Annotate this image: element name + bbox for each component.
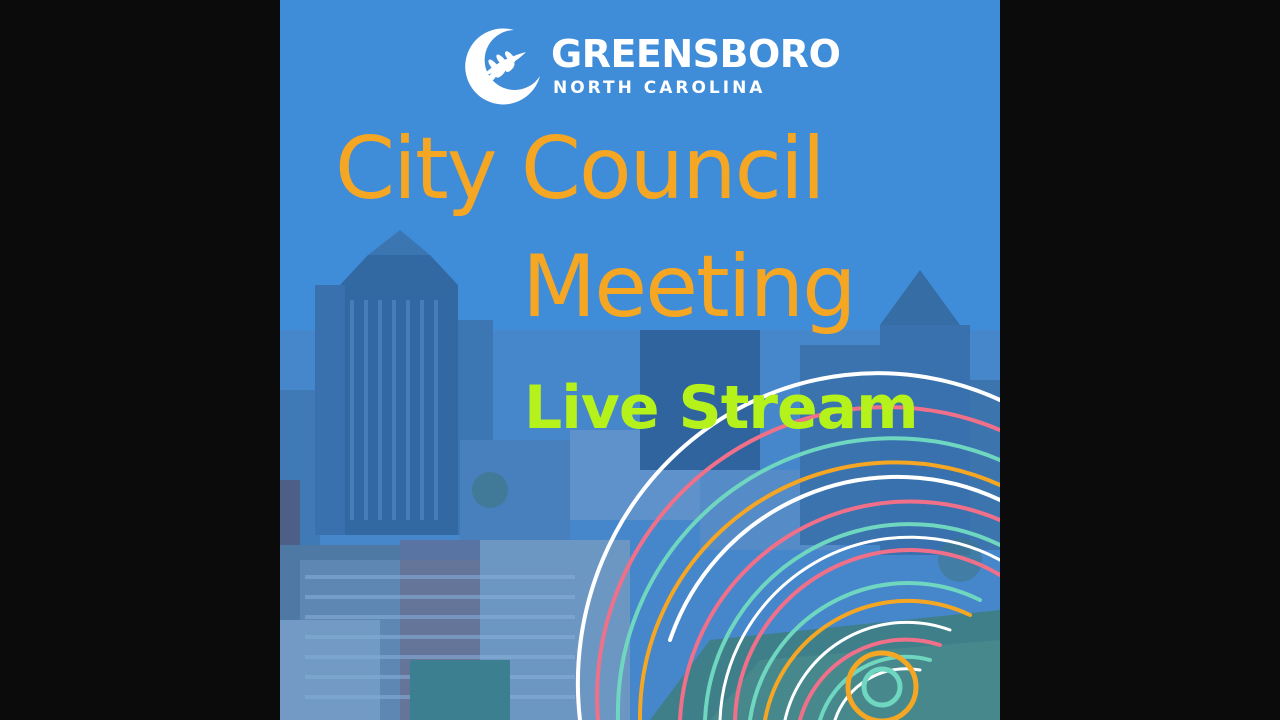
logo-subtitle: NORTH CAROLINA: [553, 78, 766, 98]
live-stream-label: Live Stream: [524, 373, 919, 443]
title-line-1: City Council: [335, 119, 826, 219]
video-frame: GREENSBORO NORTH CAROLINA City Council M…: [0, 0, 1280, 720]
greensboro-logo: GREENSBORO NORTH CAROLINA: [456, 22, 841, 112]
stream-poster: GREENSBORO NORTH CAROLINA City Council M…: [280, 0, 1000, 720]
logo-wordmark: GREENSBORO: [551, 32, 841, 76]
title-line-2: Meeting: [522, 237, 857, 337]
leaf-crescent-icon: [465, 28, 540, 105]
